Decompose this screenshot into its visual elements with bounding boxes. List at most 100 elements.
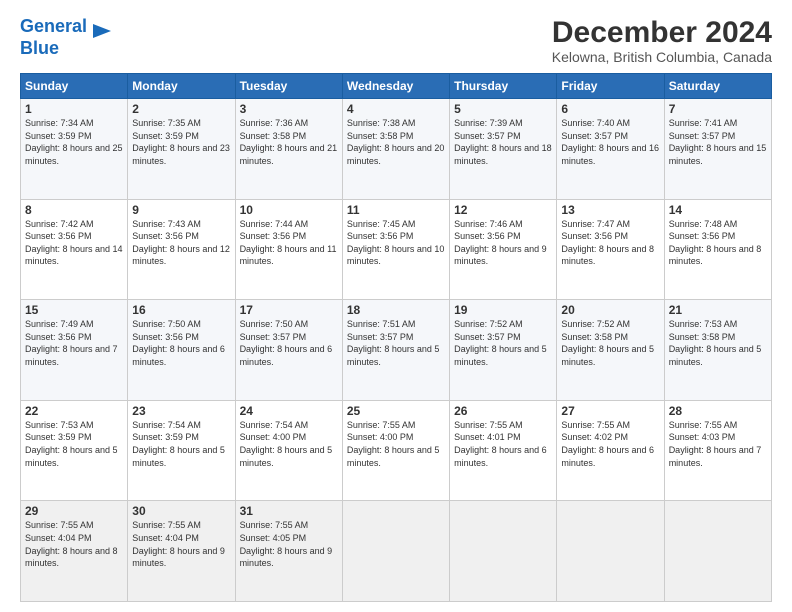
day-info: Sunrise: 7:55 AMSunset: 4:00 PMDaylight:…: [347, 420, 440, 468]
day-info: Sunrise: 7:55 AMSunset: 4:02 PMDaylight:…: [561, 420, 654, 468]
table-row: 10 Sunrise: 7:44 AMSunset: 3:56 PMDaylig…: [235, 199, 342, 300]
table-row: 30 Sunrise: 7:55 AMSunset: 4:04 PMDaylig…: [128, 501, 235, 602]
day-info: Sunrise: 7:53 AMSunset: 3:58 PMDaylight:…: [669, 319, 762, 367]
day-info: Sunrise: 7:36 AMSunset: 3:58 PMDaylight:…: [240, 118, 338, 166]
day-info: Sunrise: 7:54 AMSunset: 3:59 PMDaylight:…: [132, 420, 225, 468]
day-number: 22: [25, 404, 123, 418]
day-info: Sunrise: 7:50 AMSunset: 3:56 PMDaylight:…: [132, 319, 225, 367]
day-number: 24: [240, 404, 338, 418]
table-row: [557, 501, 664, 602]
table-row: 20 Sunrise: 7:52 AMSunset: 3:58 PMDaylig…: [557, 300, 664, 401]
table-row: 13 Sunrise: 7:47 AMSunset: 3:56 PMDaylig…: [557, 199, 664, 300]
table-row: 31 Sunrise: 7:55 AMSunset: 4:05 PMDaylig…: [235, 501, 342, 602]
table-row: 23 Sunrise: 7:54 AMSunset: 3:59 PMDaylig…: [128, 400, 235, 501]
day-info: Sunrise: 7:50 AMSunset: 3:57 PMDaylight:…: [240, 319, 333, 367]
day-info: Sunrise: 7:55 AMSunset: 4:05 PMDaylight:…: [240, 520, 333, 568]
day-number: 5: [454, 102, 552, 116]
day-info: Sunrise: 7:43 AMSunset: 3:56 PMDaylight:…: [132, 219, 230, 267]
day-number: 9: [132, 203, 230, 217]
location: Kelowna, British Columbia, Canada: [552, 49, 772, 65]
table-row: 11 Sunrise: 7:45 AMSunset: 3:56 PMDaylig…: [342, 199, 449, 300]
col-sunday: Sunday: [21, 74, 128, 99]
calendar-header-row: Sunday Monday Tuesday Wednesday Thursday…: [21, 74, 772, 99]
day-number: 4: [347, 102, 445, 116]
day-number: 20: [561, 303, 659, 317]
col-thursday: Thursday: [450, 74, 557, 99]
calendar-week-row: 29 Sunrise: 7:55 AMSunset: 4:04 PMDaylig…: [21, 501, 772, 602]
table-row: 21 Sunrise: 7:53 AMSunset: 3:58 PMDaylig…: [664, 300, 771, 401]
table-row: 22 Sunrise: 7:53 AMSunset: 3:59 PMDaylig…: [21, 400, 128, 501]
table-row: 16 Sunrise: 7:50 AMSunset: 3:56 PMDaylig…: [128, 300, 235, 401]
day-info: Sunrise: 7:44 AMSunset: 3:56 PMDaylight:…: [240, 219, 337, 267]
day-number: 21: [669, 303, 767, 317]
day-info: Sunrise: 7:55 AMSunset: 4:04 PMDaylight:…: [132, 520, 225, 568]
day-info: Sunrise: 7:55 AMSunset: 4:01 PMDaylight:…: [454, 420, 547, 468]
table-row: 9 Sunrise: 7:43 AMSunset: 3:56 PMDayligh…: [128, 199, 235, 300]
table-row: 6 Sunrise: 7:40 AMSunset: 3:57 PMDayligh…: [557, 99, 664, 200]
day-info: Sunrise: 7:54 AMSunset: 4:00 PMDaylight:…: [240, 420, 333, 468]
calendar-week-row: 15 Sunrise: 7:49 AMSunset: 3:56 PMDaylig…: [21, 300, 772, 401]
day-number: 6: [561, 102, 659, 116]
table-row: 18 Sunrise: 7:51 AMSunset: 3:57 PMDaylig…: [342, 300, 449, 401]
logo-blue: Blue: [20, 38, 59, 58]
day-number: 14: [669, 203, 767, 217]
day-number: 26: [454, 404, 552, 418]
day-info: Sunrise: 7:51 AMSunset: 3:57 PMDaylight:…: [347, 319, 440, 367]
table-row: 2 Sunrise: 7:35 AMSunset: 3:59 PMDayligh…: [128, 99, 235, 200]
day-info: Sunrise: 7:38 AMSunset: 3:58 PMDaylight:…: [347, 118, 445, 166]
day-info: Sunrise: 7:53 AMSunset: 3:59 PMDaylight:…: [25, 420, 118, 468]
day-info: Sunrise: 7:39 AMSunset: 3:57 PMDaylight:…: [454, 118, 552, 166]
day-info: Sunrise: 7:55 AMSunset: 4:03 PMDaylight:…: [669, 420, 762, 468]
day-number: 30: [132, 504, 230, 518]
logo-general: General: [20, 16, 87, 36]
table-row: [450, 501, 557, 602]
table-row: 26 Sunrise: 7:55 AMSunset: 4:01 PMDaylig…: [450, 400, 557, 501]
day-info: Sunrise: 7:46 AMSunset: 3:56 PMDaylight:…: [454, 219, 547, 267]
table-row: 24 Sunrise: 7:54 AMSunset: 4:00 PMDaylig…: [235, 400, 342, 501]
calendar-week-row: 22 Sunrise: 7:53 AMSunset: 3:59 PMDaylig…: [21, 400, 772, 501]
day-number: 11: [347, 203, 445, 217]
day-number: 23: [132, 404, 230, 418]
table-row: 1 Sunrise: 7:34 AMSunset: 3:59 PMDayligh…: [21, 99, 128, 200]
day-info: Sunrise: 7:55 AMSunset: 4:04 PMDaylight:…: [25, 520, 118, 568]
day-number: 17: [240, 303, 338, 317]
day-info: Sunrise: 7:34 AMSunset: 3:59 PMDaylight:…: [25, 118, 123, 166]
day-number: 28: [669, 404, 767, 418]
table-row: 12 Sunrise: 7:46 AMSunset: 3:56 PMDaylig…: [450, 199, 557, 300]
table-row: 15 Sunrise: 7:49 AMSunset: 3:56 PMDaylig…: [21, 300, 128, 401]
table-row: 5 Sunrise: 7:39 AMSunset: 3:57 PMDayligh…: [450, 99, 557, 200]
day-number: 2: [132, 102, 230, 116]
title-block: December 2024 Kelowna, British Columbia,…: [552, 16, 772, 65]
day-number: 12: [454, 203, 552, 217]
logo: General Blue: [20, 16, 113, 59]
day-info: Sunrise: 7:52 AMSunset: 3:57 PMDaylight:…: [454, 319, 547, 367]
table-row: 7 Sunrise: 7:41 AMSunset: 3:57 PMDayligh…: [664, 99, 771, 200]
calendar-week-row: 8 Sunrise: 7:42 AMSunset: 3:56 PMDayligh…: [21, 199, 772, 300]
day-info: Sunrise: 7:42 AMSunset: 3:56 PMDaylight:…: [25, 219, 123, 267]
table-row: 29 Sunrise: 7:55 AMSunset: 4:04 PMDaylig…: [21, 501, 128, 602]
day-info: Sunrise: 7:41 AMSunset: 3:57 PMDaylight:…: [669, 118, 767, 166]
calendar-week-row: 1 Sunrise: 7:34 AMSunset: 3:59 PMDayligh…: [21, 99, 772, 200]
day-number: 19: [454, 303, 552, 317]
day-number: 18: [347, 303, 445, 317]
day-number: 3: [240, 102, 338, 116]
day-info: Sunrise: 7:35 AMSunset: 3:59 PMDaylight:…: [132, 118, 230, 166]
calendar-table: Sunday Monday Tuesday Wednesday Thursday…: [20, 73, 772, 602]
table-row: 8 Sunrise: 7:42 AMSunset: 3:56 PMDayligh…: [21, 199, 128, 300]
col-saturday: Saturday: [664, 74, 771, 99]
col-wednesday: Wednesday: [342, 74, 449, 99]
day-number: 29: [25, 504, 123, 518]
day-info: Sunrise: 7:45 AMSunset: 3:56 PMDaylight:…: [347, 219, 445, 267]
day-number: 25: [347, 404, 445, 418]
day-number: 8: [25, 203, 123, 217]
day-info: Sunrise: 7:40 AMSunset: 3:57 PMDaylight:…: [561, 118, 659, 166]
day-number: 31: [240, 504, 338, 518]
table-row: [664, 501, 771, 602]
day-number: 16: [132, 303, 230, 317]
table-row: 14 Sunrise: 7:48 AMSunset: 3:56 PMDaylig…: [664, 199, 771, 300]
table-row: [342, 501, 449, 602]
day-number: 27: [561, 404, 659, 418]
day-number: 15: [25, 303, 123, 317]
table-row: 3 Sunrise: 7:36 AMSunset: 3:58 PMDayligh…: [235, 99, 342, 200]
table-row: 25 Sunrise: 7:55 AMSunset: 4:00 PMDaylig…: [342, 400, 449, 501]
